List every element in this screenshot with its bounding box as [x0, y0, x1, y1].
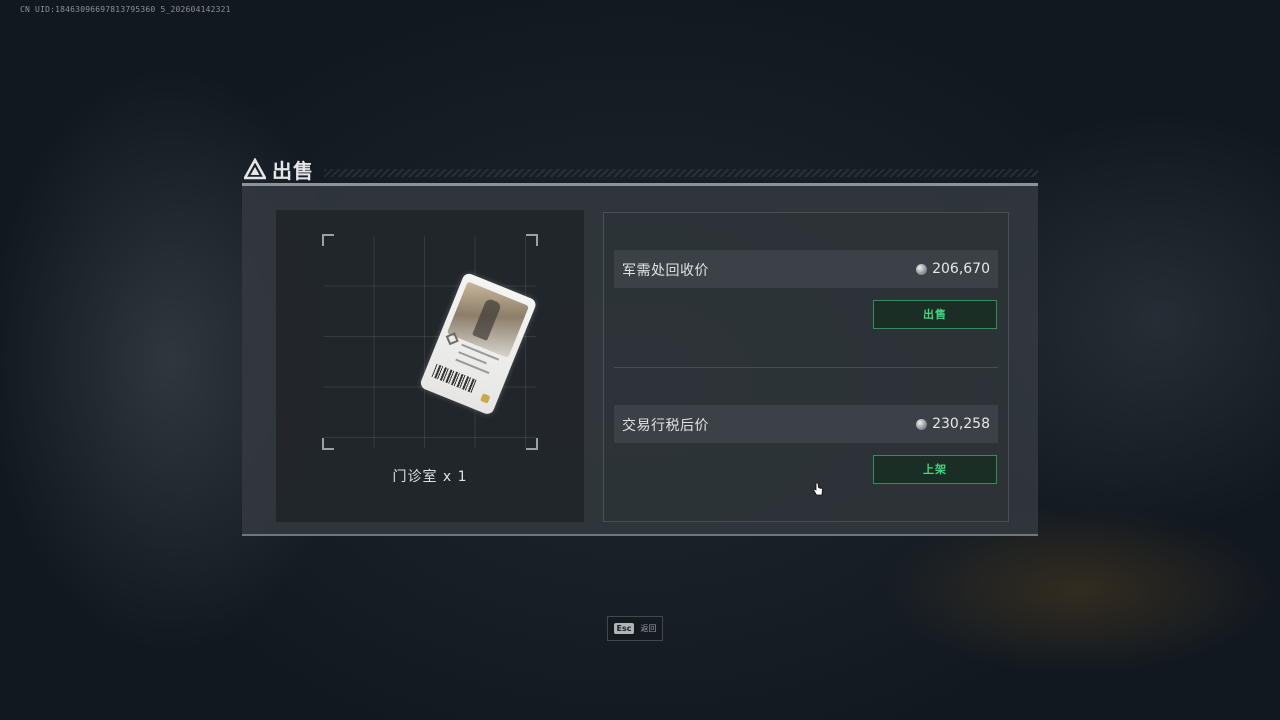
title-decoration [324, 169, 1038, 177]
triangle-warning-icon [244, 158, 266, 180]
sell-button[interactable]: 出售 [873, 300, 997, 329]
hand-cursor-icon [812, 482, 823, 496]
market-price-row: 交易行税后价 230,258 [614, 405, 998, 443]
market-price-label: 交易行税后价 [622, 418, 709, 434]
divider [614, 367, 998, 368]
recycle-price-label: 军需处回收价 [622, 263, 709, 279]
sell-dialog: 门诊室 x 1 军需处回收价 206,670 出售 交易行税后价 230,258… [242, 183, 1038, 536]
item-name: 门诊室 x 1 [392, 469, 468, 485]
access-card-icon [417, 271, 540, 423]
uid-label: CN UID:18463096697813795360 5_2026041423… [20, 5, 231, 14]
market-price-value: 230,258 [916, 416, 990, 432]
dialog-title-bar: 出售 [244, 155, 1038, 183]
price-panel: 军需处回收价 206,670 出售 交易行税后价 230,258 上架 [603, 212, 1009, 522]
back-button[interactable]: Esc 返回 [607, 616, 663, 641]
coin-icon [916, 263, 928, 275]
back-label: 返回 [640, 624, 657, 633]
item-preview: 门诊室 x 1 [276, 210, 584, 522]
recycle-price-value: 206,670 [916, 261, 990, 277]
coin-icon [916, 418, 928, 430]
list-on-market-button[interactable]: 上架 [873, 455, 997, 484]
recycle-price-row: 军需处回收价 206,670 [614, 250, 998, 288]
esc-key: Esc [613, 623, 635, 634]
dialog-title: 出售 [272, 159, 314, 183]
item-grid [322, 234, 538, 450]
